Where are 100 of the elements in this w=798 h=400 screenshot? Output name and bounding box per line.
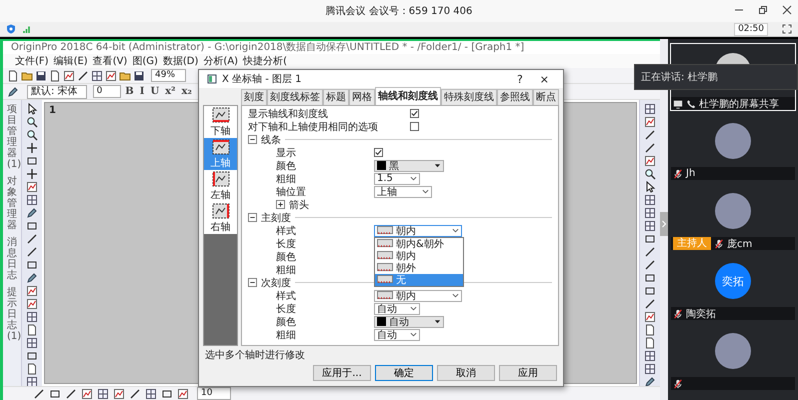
rectangle-icon[interactable] [26, 259, 38, 271]
line-icon[interactable] [77, 70, 89, 82]
document-icon[interactable] [644, 337, 656, 349]
style-dropdown[interactable]: 朝内 [374, 290, 462, 302]
side-tab[interactable]: 对象管理器 [7, 176, 17, 231]
chart-icon[interactable] [26, 181, 38, 193]
dialog-button[interactable]: 取消 [437, 365, 495, 381]
grid-icon[interactable] [26, 337, 38, 349]
participant-tile[interactable]: 奕拓 陶奕拓 [670, 253, 796, 321]
grid-icon[interactable] [644, 350, 656, 362]
dropdown-option[interactable]: 朝外 [375, 262, 463, 274]
chart-icon[interactable] [644, 155, 656, 167]
grid-icon[interactable] [644, 194, 656, 206]
pointer-icon[interactable] [644, 181, 656, 193]
rectangle-icon[interactable] [26, 220, 38, 232]
chart-icon[interactable] [177, 388, 189, 400]
line-icon[interactable] [644, 142, 656, 154]
collapse-icon[interactable] [248, 278, 257, 287]
grid-icon[interactable] [644, 103, 656, 115]
grid-icon[interactable] [644, 220, 656, 232]
line-icon[interactable] [644, 246, 656, 258]
rectangle-icon[interactable] [644, 285, 656, 297]
pen-icon[interactable] [644, 376, 656, 388]
pointer-icon[interactable] [26, 103, 38, 115]
menu-item[interactable]: 快捷分析( [243, 54, 287, 68]
format-button[interactable]: I [138, 86, 146, 97]
crosshair-icon[interactable] [26, 142, 38, 154]
chart-icon[interactable] [644, 116, 656, 128]
chart-icon[interactable] [81, 388, 93, 400]
axis-item[interactable]: 右轴 [204, 202, 237, 234]
fullscreen-icon[interactable] [782, 24, 792, 34]
dropdown[interactable]: 上轴 [374, 186, 432, 198]
expand-icon[interactable] [276, 200, 285, 209]
rectangle-icon[interactable] [26, 350, 38, 362]
zoom-icon[interactable] [26, 116, 38, 128]
chart-icon[interactable] [105, 70, 117, 82]
font-field[interactable]: 默认: 宋体 [27, 84, 87, 98]
rectangle-icon[interactable] [644, 272, 656, 284]
checkbox[interactable] [374, 148, 383, 157]
line-icon[interactable] [65, 388, 77, 400]
chart-icon[interactable] [26, 298, 38, 310]
save-icon[interactable] [35, 70, 47, 82]
grid-icon[interactable] [26, 376, 38, 388]
dropdown[interactable]: 自动 [374, 302, 420, 314]
participant-tile[interactable]: Jh [670, 113, 796, 181]
rectangle-icon[interactable] [26, 155, 38, 167]
save-icon[interactable] [133, 70, 145, 82]
menu-item[interactable]: 查看(V) [92, 54, 128, 68]
zoom-icon[interactable] [26, 129, 38, 141]
dialog-button[interactable]: 确定 [375, 365, 433, 381]
close-icon[interactable] [782, 5, 792, 15]
crosshair-icon[interactable] [26, 168, 38, 180]
side-tab[interactable]: 消息日志 [7, 237, 17, 281]
line-icon[interactable] [26, 233, 38, 245]
rectangle-icon[interactable] [49, 388, 61, 400]
font-size-field[interactable]: 0 [92, 85, 122, 98]
document-icon[interactable] [26, 324, 38, 336]
grid-icon[interactable] [26, 194, 38, 206]
line-icon[interactable] [644, 298, 656, 310]
style-dropdown[interactable]: 朝内 [374, 224, 462, 236]
tab[interactable]: 特殊刻度线 [441, 89, 497, 105]
format-button[interactable]: B [123, 86, 136, 97]
line-icon[interactable] [129, 388, 141, 400]
pen-icon[interactable] [26, 272, 38, 284]
document-icon[interactable] [26, 363, 38, 375]
collapse-icon[interactable] [248, 213, 257, 222]
checkbox[interactable] [410, 109, 419, 118]
shield-icon[interactable] [6, 24, 16, 34]
menu-item[interactable]: 图(G) [132, 54, 158, 68]
collapse-icon[interactable] [248, 135, 257, 144]
tab[interactable]: 刻度 [241, 89, 267, 105]
restore-icon[interactable] [758, 5, 768, 15]
axis-item[interactable]: 下轴 [204, 106, 237, 138]
chart-icon[interactable] [113, 388, 125, 400]
menu-item[interactable]: 编辑(E) [54, 54, 88, 68]
help-button[interactable]: ? [510, 72, 529, 86]
color-dropdown[interactable]: 自动 [374, 316, 444, 328]
axis-item[interactable]: 左轴 [204, 170, 237, 202]
line-icon[interactable] [33, 388, 45, 400]
dropdown-option[interactable]: 朝内&朝外 [375, 238, 463, 250]
dialog-button[interactable]: 应用 [499, 365, 557, 381]
rectangle-icon[interactable] [644, 233, 656, 245]
line-icon[interactable] [644, 129, 656, 141]
document-icon[interactable] [644, 324, 656, 336]
format-button[interactable]: x₂ [180, 86, 194, 97]
grid-icon[interactable] [644, 363, 656, 375]
tab[interactable]: 刻度线标签 [267, 89, 323, 105]
tab[interactable]: 断点 [533, 89, 559, 105]
grid-icon[interactable] [97, 388, 109, 400]
menu-item[interactable]: 分析(A) [203, 54, 238, 68]
format-button[interactable]: x² [163, 86, 178, 97]
tab[interactable]: 标题 [323, 89, 349, 105]
grid-icon[interactable] [91, 70, 103, 82]
tab[interactable]: 参照线 [497, 89, 533, 105]
size-field[interactable]: 10 [197, 387, 232, 400]
grid-icon[interactable] [145, 388, 157, 400]
line-icon[interactable] [26, 246, 38, 258]
format-button[interactable]: U [148, 86, 162, 97]
rectangle-icon[interactable] [161, 388, 173, 400]
menu-item[interactable]: 文件(F) [15, 54, 49, 68]
